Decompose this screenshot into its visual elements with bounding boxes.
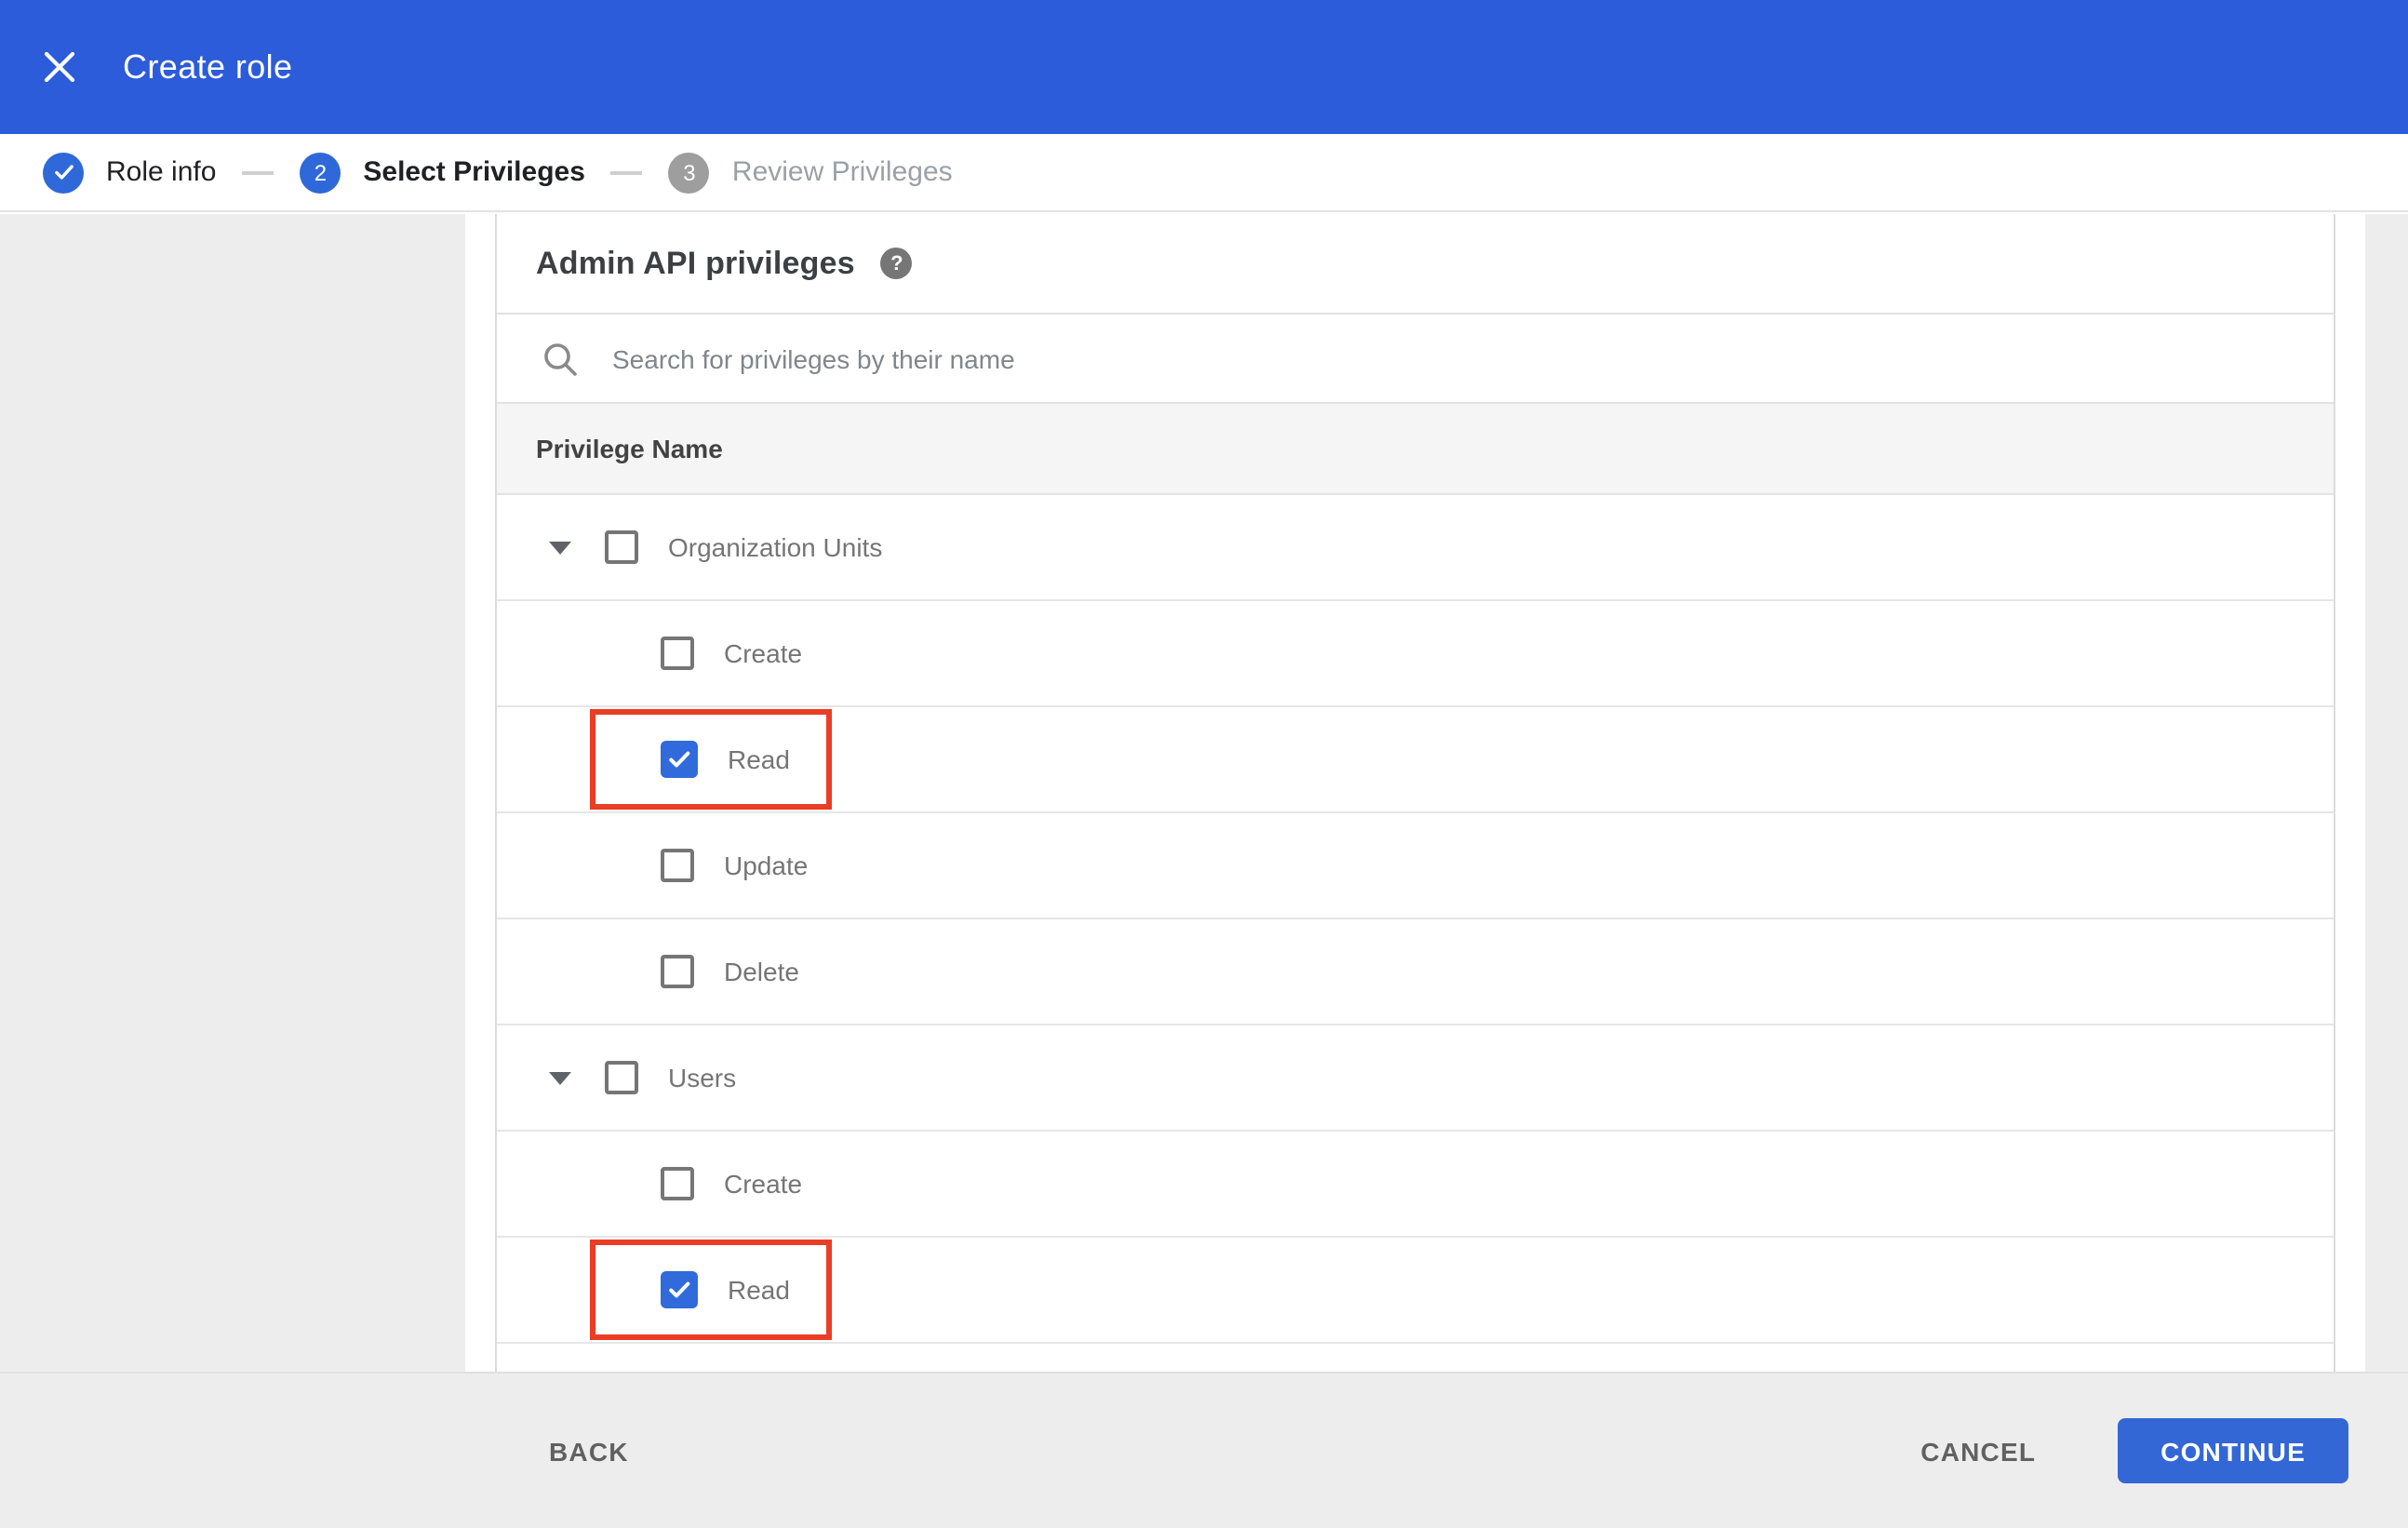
privilege-label: Create <box>724 1169 803 1199</box>
left-background-panel <box>0 214 465 1528</box>
collapse-arrow-icon[interactable] <box>549 541 571 554</box>
cancel-button[interactable]: CANCEL <box>1902 1421 2054 1481</box>
privilege-label: Delete <box>724 957 799 986</box>
column-header: Privilege Name <box>536 434 723 463</box>
highlight-box <box>590 1240 832 1340</box>
table-header-row: Privilege Name <box>497 404 2334 495</box>
privilege-row-delete: Delete <box>497 919 2334 1025</box>
privilege-checkbox[interactable] <box>661 741 698 778</box>
section-title: Admin API privileges <box>536 245 855 280</box>
step-number-circle: 2 <box>300 152 341 193</box>
privilege-label: Read <box>728 1275 790 1305</box>
search-input[interactable] <box>609 330 2334 386</box>
create-role-dialog: Create role Role info 2 Select Privilege… <box>0 0 2408 1528</box>
step-role-info[interactable]: Role info <box>43 152 216 193</box>
right-background-panel <box>2365 214 2408 1528</box>
privilege-row-create: Create <box>497 1132 2334 1238</box>
card-heading-row: Admin API privileges ? <box>497 214 2334 315</box>
privilege-row-read: Read <box>497 707 2334 813</box>
search-icon <box>542 340 579 377</box>
step-select-privileges[interactable]: 2 Select Privileges <box>300 152 585 193</box>
dialog-header: Create role <box>0 0 2408 134</box>
check-icon <box>54 165 73 180</box>
privilege-row-organization-units: Organization Units <box>497 495 2334 601</box>
privilege-checkbox[interactable] <box>661 637 694 670</box>
privilege-row-update: Update <box>497 813 2334 919</box>
dialog-footer: BACK CANCEL CONTINUE <box>0 1372 2408 1528</box>
privilege-row-read: Read <box>497 1238 2334 1344</box>
privilege-row-create: Create <box>497 601 2334 707</box>
privilege-checkbox[interactable] <box>605 1061 638 1094</box>
privilege-checkbox[interactable] <box>661 955 694 988</box>
privilege-checkbox[interactable] <box>661 849 694 882</box>
privilege-label: Organization Units <box>668 532 883 562</box>
back-button[interactable]: BACK <box>530 1421 648 1481</box>
privilege-checkbox[interactable] <box>661 1167 694 1200</box>
help-icon[interactable]: ? <box>880 248 913 279</box>
privileges-card: Admin API privileges ? Privilege Name Or… <box>495 214 2335 1372</box>
step-connector <box>242 170 274 174</box>
step-label: Select Privileges <box>363 156 585 188</box>
dialog-title: Create role <box>123 47 293 85</box>
privilege-checkbox[interactable] <box>605 530 638 564</box>
privilege-checkbox[interactable] <box>661 1271 698 1308</box>
step-number-circle: 3 <box>668 152 710 193</box>
privilege-row-users: Users <box>497 1025 2334 1132</box>
collapse-arrow-icon[interactable] <box>549 1071 571 1084</box>
step-label: Role info <box>106 156 217 188</box>
continue-button[interactable]: CONTINUE <box>2118 1418 2348 1483</box>
privilege-label: Read <box>728 744 790 774</box>
step-connector <box>610 170 643 174</box>
highlight-box <box>590 709 832 810</box>
close-icon[interactable] <box>41 48 78 86</box>
wizard-stepper: Role info 2 Select Privileges 3 Review P… <box>0 134 2408 212</box>
step-complete-circle <box>43 152 84 193</box>
step-review-privileges: 3 Review Privileges <box>668 152 953 193</box>
step-label: Review Privileges <box>731 156 953 188</box>
privilege-label: Users <box>668 1063 737 1092</box>
privilege-label: Update <box>724 851 809 880</box>
privilege-label: Create <box>724 638 803 668</box>
search-bar <box>497 315 2334 404</box>
